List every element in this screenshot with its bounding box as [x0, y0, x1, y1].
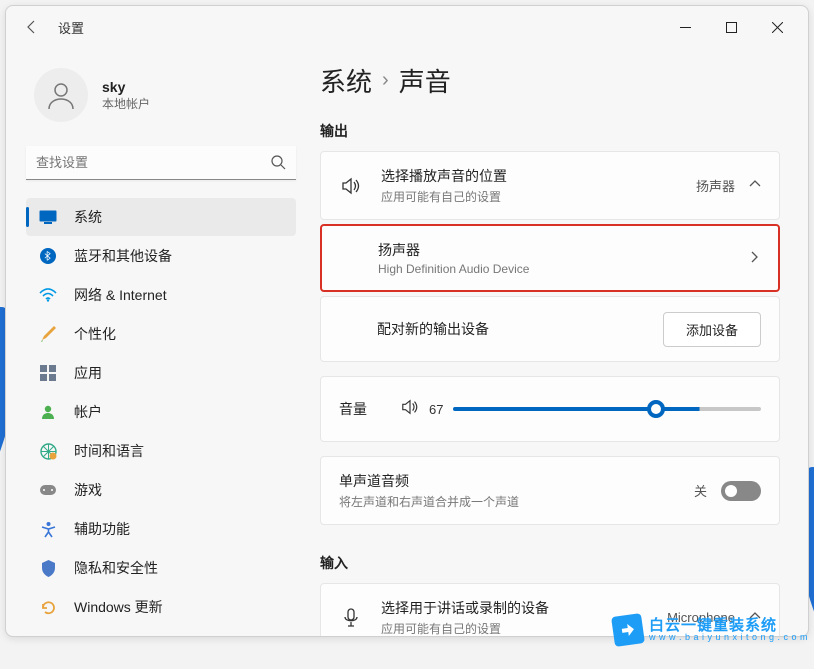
chevron-right-icon: [748, 251, 760, 266]
nav-windows-update[interactable]: Windows 更新: [26, 588, 296, 626]
output-device-card: 选择播放声音的位置 应用可能有自己的设置 扬声器: [320, 151, 780, 220]
mono-title: 单声道音频: [339, 471, 694, 491]
accessibility-icon: [38, 519, 58, 539]
choose-output-row[interactable]: 选择播放声音的位置 应用可能有自己的设置 扬声器: [321, 152, 779, 219]
sidebar: sky 本地帐户 系统 蓝牙和其他设备: [6, 48, 306, 636]
chevron-right-icon: ›: [382, 69, 389, 92]
speaker-title: 扬声器: [378, 240, 748, 260]
maximize-icon: [726, 22, 737, 33]
section-output: 输出: [320, 121, 780, 141]
nav-privacy[interactable]: 隐私和安全性: [26, 549, 296, 587]
minimize-icon: [680, 22, 691, 33]
add-device-button[interactable]: 添加设备: [663, 312, 761, 347]
speaker-sub: High Definition Audio Device: [378, 262, 748, 276]
window-title: 设置: [58, 18, 84, 37]
search-input[interactable]: [26, 146, 296, 180]
chevron-up-icon: [749, 178, 761, 193]
apps-icon: [38, 363, 58, 383]
shield-icon: [38, 558, 58, 578]
nav-list: 系统 蓝牙和其他设备 网络 & Internet 个性化 应用: [26, 198, 306, 626]
mono-audio-card: 单声道音频 将左声道和右声道合并成一个声道 关: [320, 456, 780, 525]
volume-value: 67: [429, 402, 443, 417]
nav-item-label: 蓝牙和其他设备: [74, 246, 172, 266]
person-icon: [45, 79, 77, 111]
nav-time-language[interactable]: 时间和语言: [26, 432, 296, 470]
mono-sub: 将左声道和右声道合并成一个声道: [339, 493, 694, 510]
nav-item-label: 网络 & Internet: [74, 285, 167, 305]
gamepad-icon: [38, 480, 58, 500]
minimize-button[interactable]: [662, 11, 708, 43]
volume-slider[interactable]: [453, 407, 761, 411]
nav-item-label: 应用: [74, 363, 102, 383]
breadcrumb-current: 声音: [399, 62, 451, 99]
mic-icon: [339, 608, 363, 628]
watermark: 白云一键重装系统 w w w . b a i y u n x i t o n g…: [613, 615, 808, 645]
pair-device-title: 配对新的输出设备: [377, 319, 663, 339]
volume-speaker-icon[interactable]: [401, 398, 419, 421]
pair-device-card: 配对新的输出设备 添加设备: [320, 296, 780, 362]
user-block[interactable]: sky 本地帐户: [26, 58, 306, 142]
brush-icon: [38, 324, 58, 344]
user-name: sky: [102, 79, 150, 95]
globe-icon: [38, 441, 58, 461]
main-content: 系统 › 声音 输出 选择播放声音的位置 应用可能有自己的设置 扬声器: [306, 48, 808, 636]
nav-gaming[interactable]: 游戏: [26, 471, 296, 509]
avatar: [34, 68, 88, 122]
settings-window: 设置 sky 本地帐户: [5, 5, 809, 637]
nav-network[interactable]: 网络 & Internet: [26, 276, 296, 314]
search-icon: [270, 154, 286, 175]
speaker-card: 扬声器 High Definition Audio Device: [320, 224, 780, 292]
breadcrumb-parent[interactable]: 系统: [320, 62, 372, 99]
titlebar: 设置: [6, 6, 808, 48]
watermark-text: 白云一键重装系统: [649, 618, 808, 633]
nav-item-label: 系统: [74, 207, 102, 227]
system-icon: [38, 207, 58, 227]
speaker-icon: [339, 176, 363, 196]
nav-bluetooth[interactable]: 蓝牙和其他设备: [26, 237, 296, 275]
mono-state: 关: [694, 481, 707, 500]
watermark-url: w w w . b a i y u n x i t o n g . c o m: [649, 633, 808, 642]
nav-item-label: 辅助功能: [74, 519, 130, 539]
wifi-icon: [38, 285, 58, 305]
close-icon: [772, 22, 783, 33]
nav-accounts[interactable]: 帐户: [26, 393, 296, 431]
mono-audio-row: 单声道音频 将左声道和右声道合并成一个声道 关: [321, 457, 779, 524]
back-button[interactable]: [14, 9, 50, 45]
mono-toggle[interactable]: [721, 481, 761, 501]
choose-output-value: 扬声器: [696, 176, 735, 195]
nav-item-label: 时间和语言: [74, 441, 144, 461]
volume-label: 音量: [339, 399, 389, 419]
update-icon: [38, 597, 58, 617]
nav-item-label: 个性化: [74, 324, 116, 344]
nav-personalization[interactable]: 个性化: [26, 315, 296, 353]
search-box: [26, 146, 296, 180]
volume-card: 音量 67: [320, 376, 780, 442]
nav-item-label: Windows 更新: [74, 597, 163, 617]
choose-output-title: 选择播放声音的位置: [381, 166, 696, 186]
account-icon: [38, 402, 58, 422]
pair-device-row: 配对新的输出设备 添加设备: [321, 297, 779, 361]
bluetooth-icon: [38, 246, 58, 266]
choose-output-sub: 应用可能有自己的设置: [381, 188, 696, 205]
section-input: 输入: [320, 553, 780, 573]
nav-system[interactable]: 系统: [26, 198, 296, 236]
user-subtitle: 本地帐户: [102, 95, 150, 112]
close-button[interactable]: [754, 11, 800, 43]
nav-item-label: 帐户: [74, 402, 102, 422]
nav-item-label: 游戏: [74, 480, 102, 500]
breadcrumb: 系统 › 声音: [320, 62, 780, 99]
arrow-left-icon: [24, 19, 40, 35]
maximize-button[interactable]: [708, 11, 754, 43]
volume-row: 音量 67: [321, 377, 779, 441]
nav-apps[interactable]: 应用: [26, 354, 296, 392]
speaker-row[interactable]: 扬声器 High Definition Audio Device: [322, 226, 778, 290]
nav-item-label: 隐私和安全性: [74, 558, 158, 578]
nav-accessibility[interactable]: 辅助功能: [26, 510, 296, 548]
